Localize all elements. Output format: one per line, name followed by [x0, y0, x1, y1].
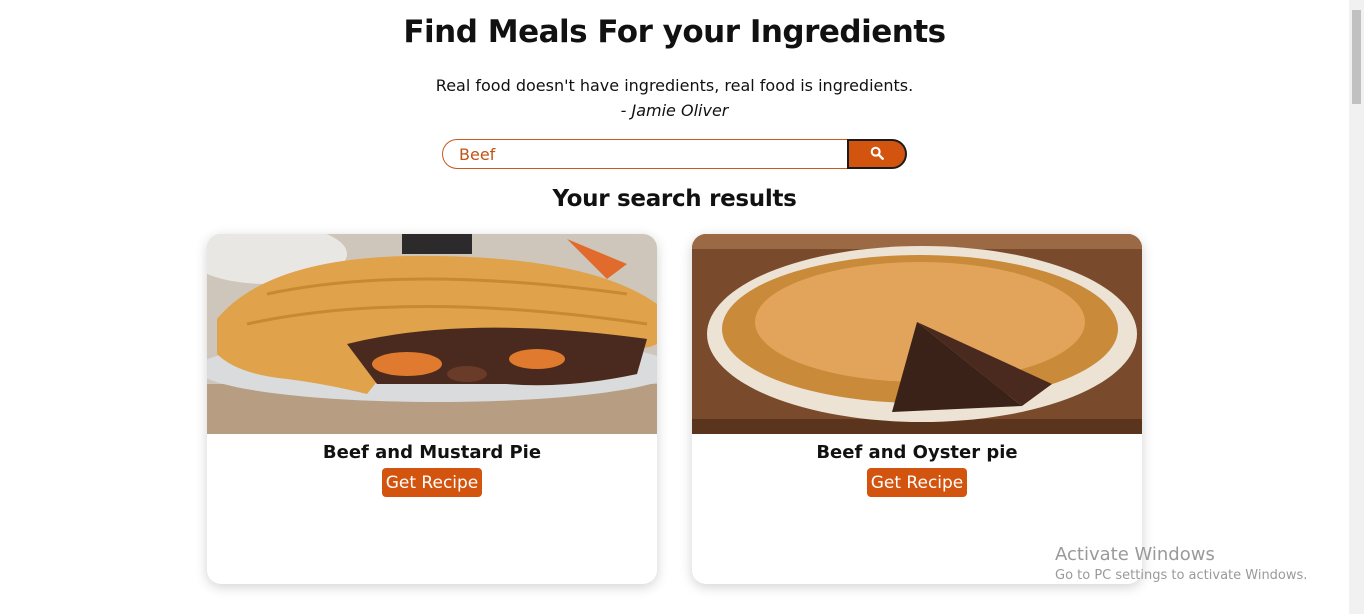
search-input[interactable] — [442, 139, 850, 169]
meal-card: Beef and Oyster pie Get Recipe — [692, 234, 1142, 584]
watermark-subtitle: Go to PC settings to activate Windows. — [1055, 568, 1308, 583]
watermark-title: Activate Windows — [1055, 544, 1215, 565]
quote-author: - Jamie Oliver — [620, 101, 729, 120]
search-icon — [870, 146, 884, 163]
get-recipe-button[interactable]: Get Recipe — [867, 468, 967, 497]
search-bar — [442, 139, 907, 169]
scrollbar[interactable] — [1349, 0, 1364, 614]
meal-title: Beef and Mustard Pie — [322, 442, 542, 463]
windows-activation-watermark: Activate Windows Go to PC settings to ac… — [1055, 544, 1307, 583]
meal-card: Beef and Mustard Pie Get Recipe — [207, 234, 657, 584]
page: Find Meals For your Ingredients Real foo… — [0, 0, 1349, 614]
search-button[interactable] — [847, 139, 907, 169]
page-title: Find Meals For your Ingredients — [403, 14, 946, 50]
meal-title: Beef and Oyster pie — [816, 442, 1018, 463]
meal-image — [692, 234, 1142, 434]
results-heading: Your search results — [552, 186, 797, 212]
get-recipe-button[interactable]: Get Recipe — [382, 468, 482, 497]
meal-image — [207, 234, 657, 434]
quote-text: Real food doesn't have ingredients, real… — [435, 76, 914, 95]
scrollbar-thumb[interactable] — [1352, 10, 1361, 104]
